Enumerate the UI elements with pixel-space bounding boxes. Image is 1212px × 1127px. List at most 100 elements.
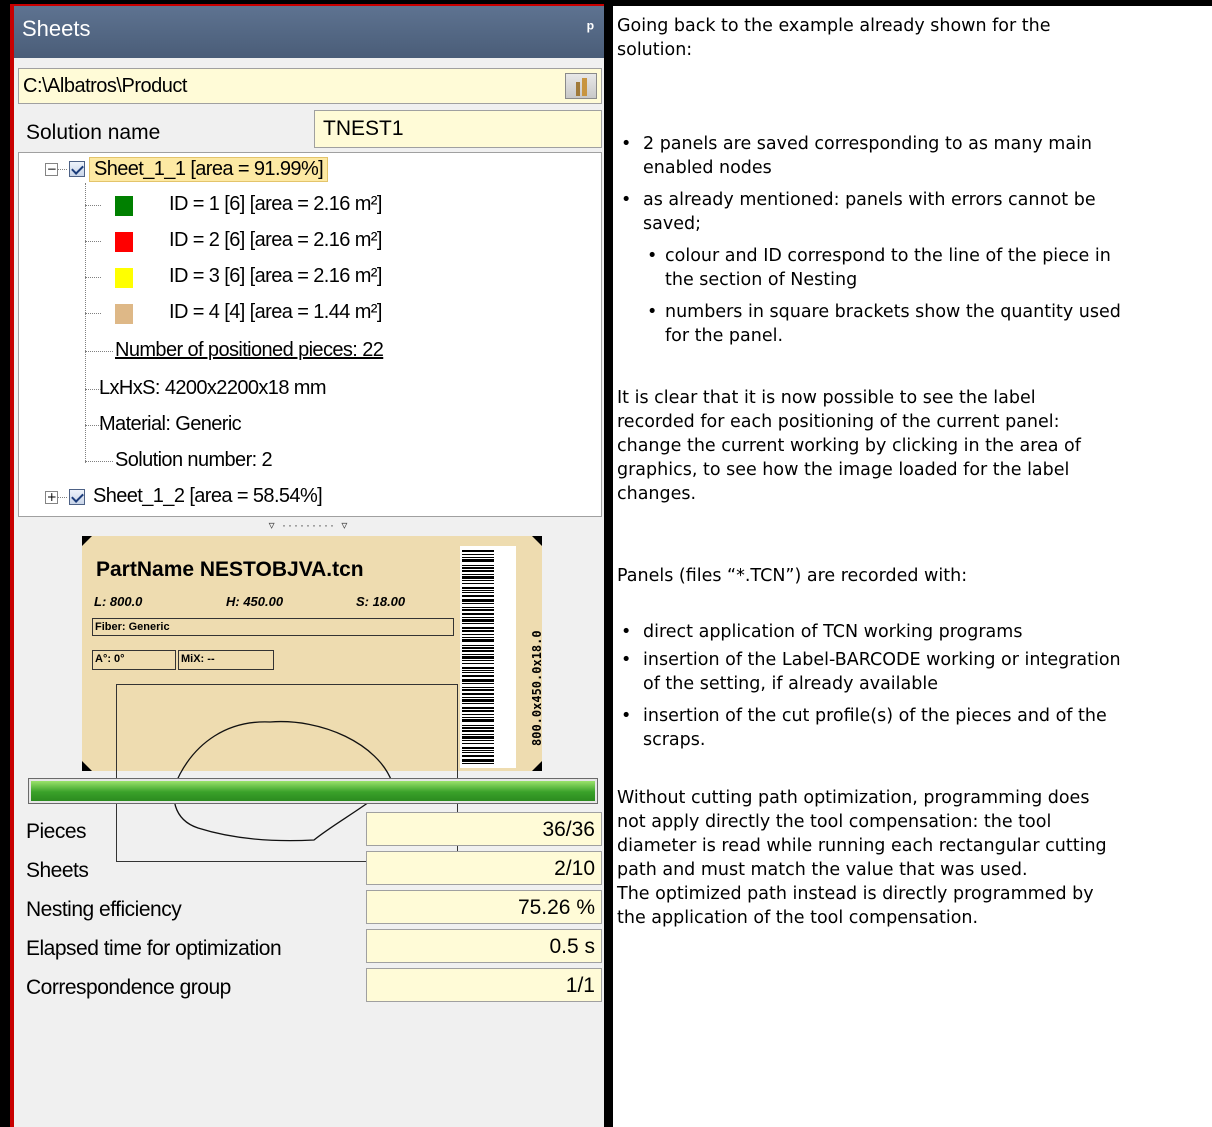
barcode-bar: [462, 559, 494, 562]
tree-node-material[interactable]: Material: Generic: [99, 413, 242, 436]
browse-folder-button[interactable]: [565, 73, 597, 99]
barcode-bar: [462, 667, 494, 669]
text-line: solution:: [617, 40, 693, 60]
text-line: insertion of the Label-BARCODE working o…: [643, 650, 1121, 670]
barcode-bar: [462, 656, 494, 659]
label-angle: A°: 0°: [92, 650, 176, 670]
barcode-bar: [462, 639, 494, 642]
barcode-bar: [462, 630, 494, 632]
text-line: Without cutting path optimization, progr…: [617, 788, 1090, 808]
barcode-bar: [462, 755, 494, 757]
expand-toggle[interactable]: +: [45, 491, 58, 504]
barcode-bar: [462, 576, 494, 579]
tree-connector: [85, 183, 86, 463]
barcode-bar: [462, 707, 494, 709]
tree-node-dimensions[interactable]: LxHxS: 4200x2200x18 mm: [99, 377, 327, 400]
barcode-bar: [462, 570, 494, 572]
paragraph: Panels (files “*.TCN”) are recorded with…: [617, 564, 1212, 588]
text-line: saved;: [643, 214, 701, 234]
tree-connector: [85, 351, 113, 352]
barcode-bar: [462, 747, 494, 749]
text-line: graphics, to see how the image loaded fo…: [617, 460, 1070, 480]
collapse-toggle[interactable]: −: [45, 163, 58, 176]
barcode-bar: [462, 675, 494, 677]
barcode-bar: [462, 550, 494, 552]
text-line: the application of the tool compensation…: [617, 908, 979, 928]
barcode-bar: [462, 719, 494, 722]
barcode-bar: [462, 663, 494, 664]
barcode-bar: [462, 725, 494, 726]
text-line: path and must match the value that was u…: [617, 860, 1028, 880]
stat-value: 2/10: [366, 851, 602, 885]
barcode-bar: [462, 654, 494, 655]
solution-name-label: Solution name: [26, 121, 161, 144]
path-value: C:\Albatros\Product: [23, 75, 187, 97]
label-part-name: PartName NESTOBJVA.tcn: [96, 558, 364, 581]
tree-node-solution-number[interactable]: Solution number: 2: [115, 449, 273, 472]
tree-connector: [85, 313, 101, 314]
barcode-bar: [462, 565, 494, 566]
tree-node-piece-4[interactable]: ID = 4 [4] [area = 1.44 m²]: [169, 301, 382, 324]
stat-row-pieces: Pieces 36/36: [14, 812, 604, 848]
bullet-item: direct application of TCN working progra…: [621, 620, 1212, 644]
tree-connector: [85, 241, 101, 242]
corner-mark: [532, 536, 542, 546]
text-line: recorded for each positioning of the cur…: [617, 412, 1060, 432]
paragraph: It is clear that it is now possible to s…: [617, 386, 1212, 506]
solution-name-input[interactable]: TNEST1: [314, 110, 602, 148]
barcode-bar: [462, 660, 494, 661]
help-text: Going back to the example already shown …: [613, 0, 1212, 1127]
stat-label: Pieces: [26, 820, 87, 843]
text-line: change the current working by clicking i…: [617, 436, 1081, 456]
tree-connector: [85, 205, 101, 206]
tree-node-sheet-1[interactable]: Sheet_1_1 [area = 91.99%]: [89, 157, 329, 182]
tree-node-piece-1[interactable]: ID = 1 [6] [area = 2.16 m²]: [169, 193, 382, 216]
barcode-bar: [462, 574, 494, 575]
barcode-bar: [462, 557, 494, 558]
barcode-bar: [462, 689, 494, 691]
piece-color-4: [115, 304, 133, 324]
barcode-bar: [462, 554, 494, 555]
bullet-item: insertion of the cut profile(s) of the p…: [621, 704, 1212, 752]
stat-row-elapsed-time: Elapsed time for optimization 0.5 s: [14, 929, 604, 965]
piece-color-1: [115, 196, 133, 216]
barcode-bar: [462, 645, 494, 646]
tree-node-sheet-2[interactable]: Sheet_1_2 [area = 58.54%]: [93, 485, 323, 508]
path-field[interactable]: C:\Albatros\Product: [18, 68, 602, 104]
barcode-bar: [462, 693, 494, 695]
text-line: as already mentioned: panels with errors…: [643, 190, 1096, 210]
stat-value: 36/36: [366, 812, 602, 846]
barcode-bar: [462, 567, 494, 569]
sheet-1-checkbox[interactable]: [69, 161, 85, 177]
barcode-bar: [462, 730, 494, 732]
pin-icon[interactable]: ᵖ: [587, 18, 594, 39]
barcode-bar: [462, 623, 494, 624]
sub-bullet-item: numbers in square brackets show the quan…: [643, 300, 1212, 348]
panel-title: Sheets: [22, 16, 91, 41]
label-length: L: 800.0: [94, 594, 143, 609]
tree-node-piece-2[interactable]: ID = 2 [6] [area = 2.16 m²]: [169, 229, 382, 252]
text-line: Panels (files “*.TCN”) are recorded with…: [617, 566, 968, 586]
barcode-bar: [462, 714, 494, 715]
barcode-bar: [462, 609, 494, 611]
splitter-handle[interactable]: ▿ ········· ▿: [14, 518, 604, 532]
tree-node-piece-3[interactable]: ID = 3 [6] [area = 2.16 m²]: [169, 265, 382, 288]
sheets-tree: − Sheet_1_1 [area = 91.99%] ID = 1 [6] […: [18, 152, 602, 517]
label-preview[interactable]: PartName NESTOBJVA.tcn L: 800.0 H: 450.0…: [18, 532, 602, 862]
sheet-2-checkbox[interactable]: [69, 489, 85, 505]
barcode-bar: [462, 672, 494, 673]
piece-color-2: [115, 232, 133, 252]
label-height: H: 450.00: [226, 594, 284, 609]
bullet-item: as already mentioned: panels with errors…: [621, 188, 1212, 236]
text-line: 2 panels are saved corresponding to as m…: [643, 134, 1093, 154]
tree-node-positioned-pieces[interactable]: Number of positioned pieces: 22: [115, 339, 384, 362]
text-line: Going back to the example already shown …: [617, 16, 1051, 36]
barcode-bar: [462, 740, 494, 741]
stat-value: 1/1: [366, 968, 602, 1002]
barcode-bar: [462, 699, 494, 702]
text-line: not apply directly the tool compensation…: [617, 812, 1052, 832]
bullet-item: 2 panels are saved corresponding to as m…: [621, 132, 1212, 180]
barcode-bar: [462, 647, 494, 649]
folder-icon-part: [582, 78, 587, 96]
text-line: for the panel.: [665, 326, 784, 346]
